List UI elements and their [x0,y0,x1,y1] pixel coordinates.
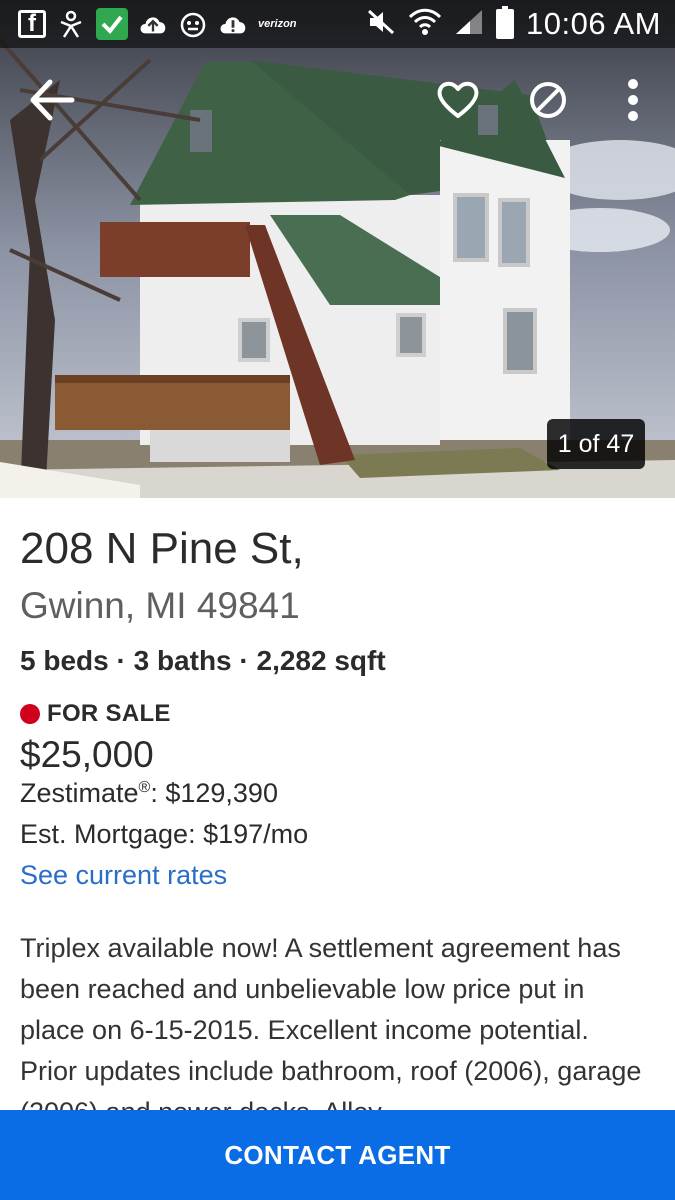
back-button[interactable] [28,78,76,122]
status-label: FOR SALE [47,700,171,727]
listing-price: $25,000 [20,734,154,775]
home-facts: 5 beds · 3 baths · 2,282 sqft [20,645,386,676]
more-options-button[interactable] [618,78,648,122]
check-notification-icon [96,8,128,40]
face-notification-icon [178,9,208,39]
contact-agent-button[interactable]: CONTACT AGENT [0,1110,675,1200]
hide-icon [530,82,566,118]
photo-counter: 1 of 47 [547,419,645,469]
signal-icon [454,8,484,40]
back-arrow-icon [30,79,75,121]
wifi-icon [408,7,442,41]
cloud-alert-icon [218,9,248,39]
see-current-rates-link[interactable]: See current rates [20,860,227,891]
listing-status: FOR SALE [20,700,171,728]
address-street: 208 N Pine St, [20,524,304,573]
clock: 10:06 AM [526,6,661,41]
zestimate-label: Zestimate [20,778,139,808]
address-city: Gwinn, MI 49841 [20,585,300,626]
zestimate: Zestimate®: $129,390 [20,778,278,809]
listing-header: 208 N Pine St, Gwinn, MI 49841 5 beds · … [20,520,660,680]
zestimate-value: : $129,390 [150,778,278,808]
registered-mark: ® [138,779,151,796]
hide-home-button[interactable] [526,78,570,122]
status-dot-icon [20,704,40,724]
cloud-upload-icon [138,9,168,39]
heart-icon [437,81,479,118]
listing-photo[interactable]: 1 of 47 [0,0,675,498]
estimated-mortgage: Est. Mortgage: $197/mo [20,819,309,849]
battery-icon [496,6,515,39]
fitness-notification-icon [56,9,86,39]
save-home-button[interactable] [436,78,480,122]
carrier-logo: verizon [258,18,297,30]
facebook-notification-icon: f [18,10,46,38]
listing-description: Triplex available now! A settlement agre… [20,933,642,1118]
status-bar: f verizon 10:06 AM [0,0,675,48]
mute-icon [366,8,396,40]
more-vert-icon [628,79,638,121]
